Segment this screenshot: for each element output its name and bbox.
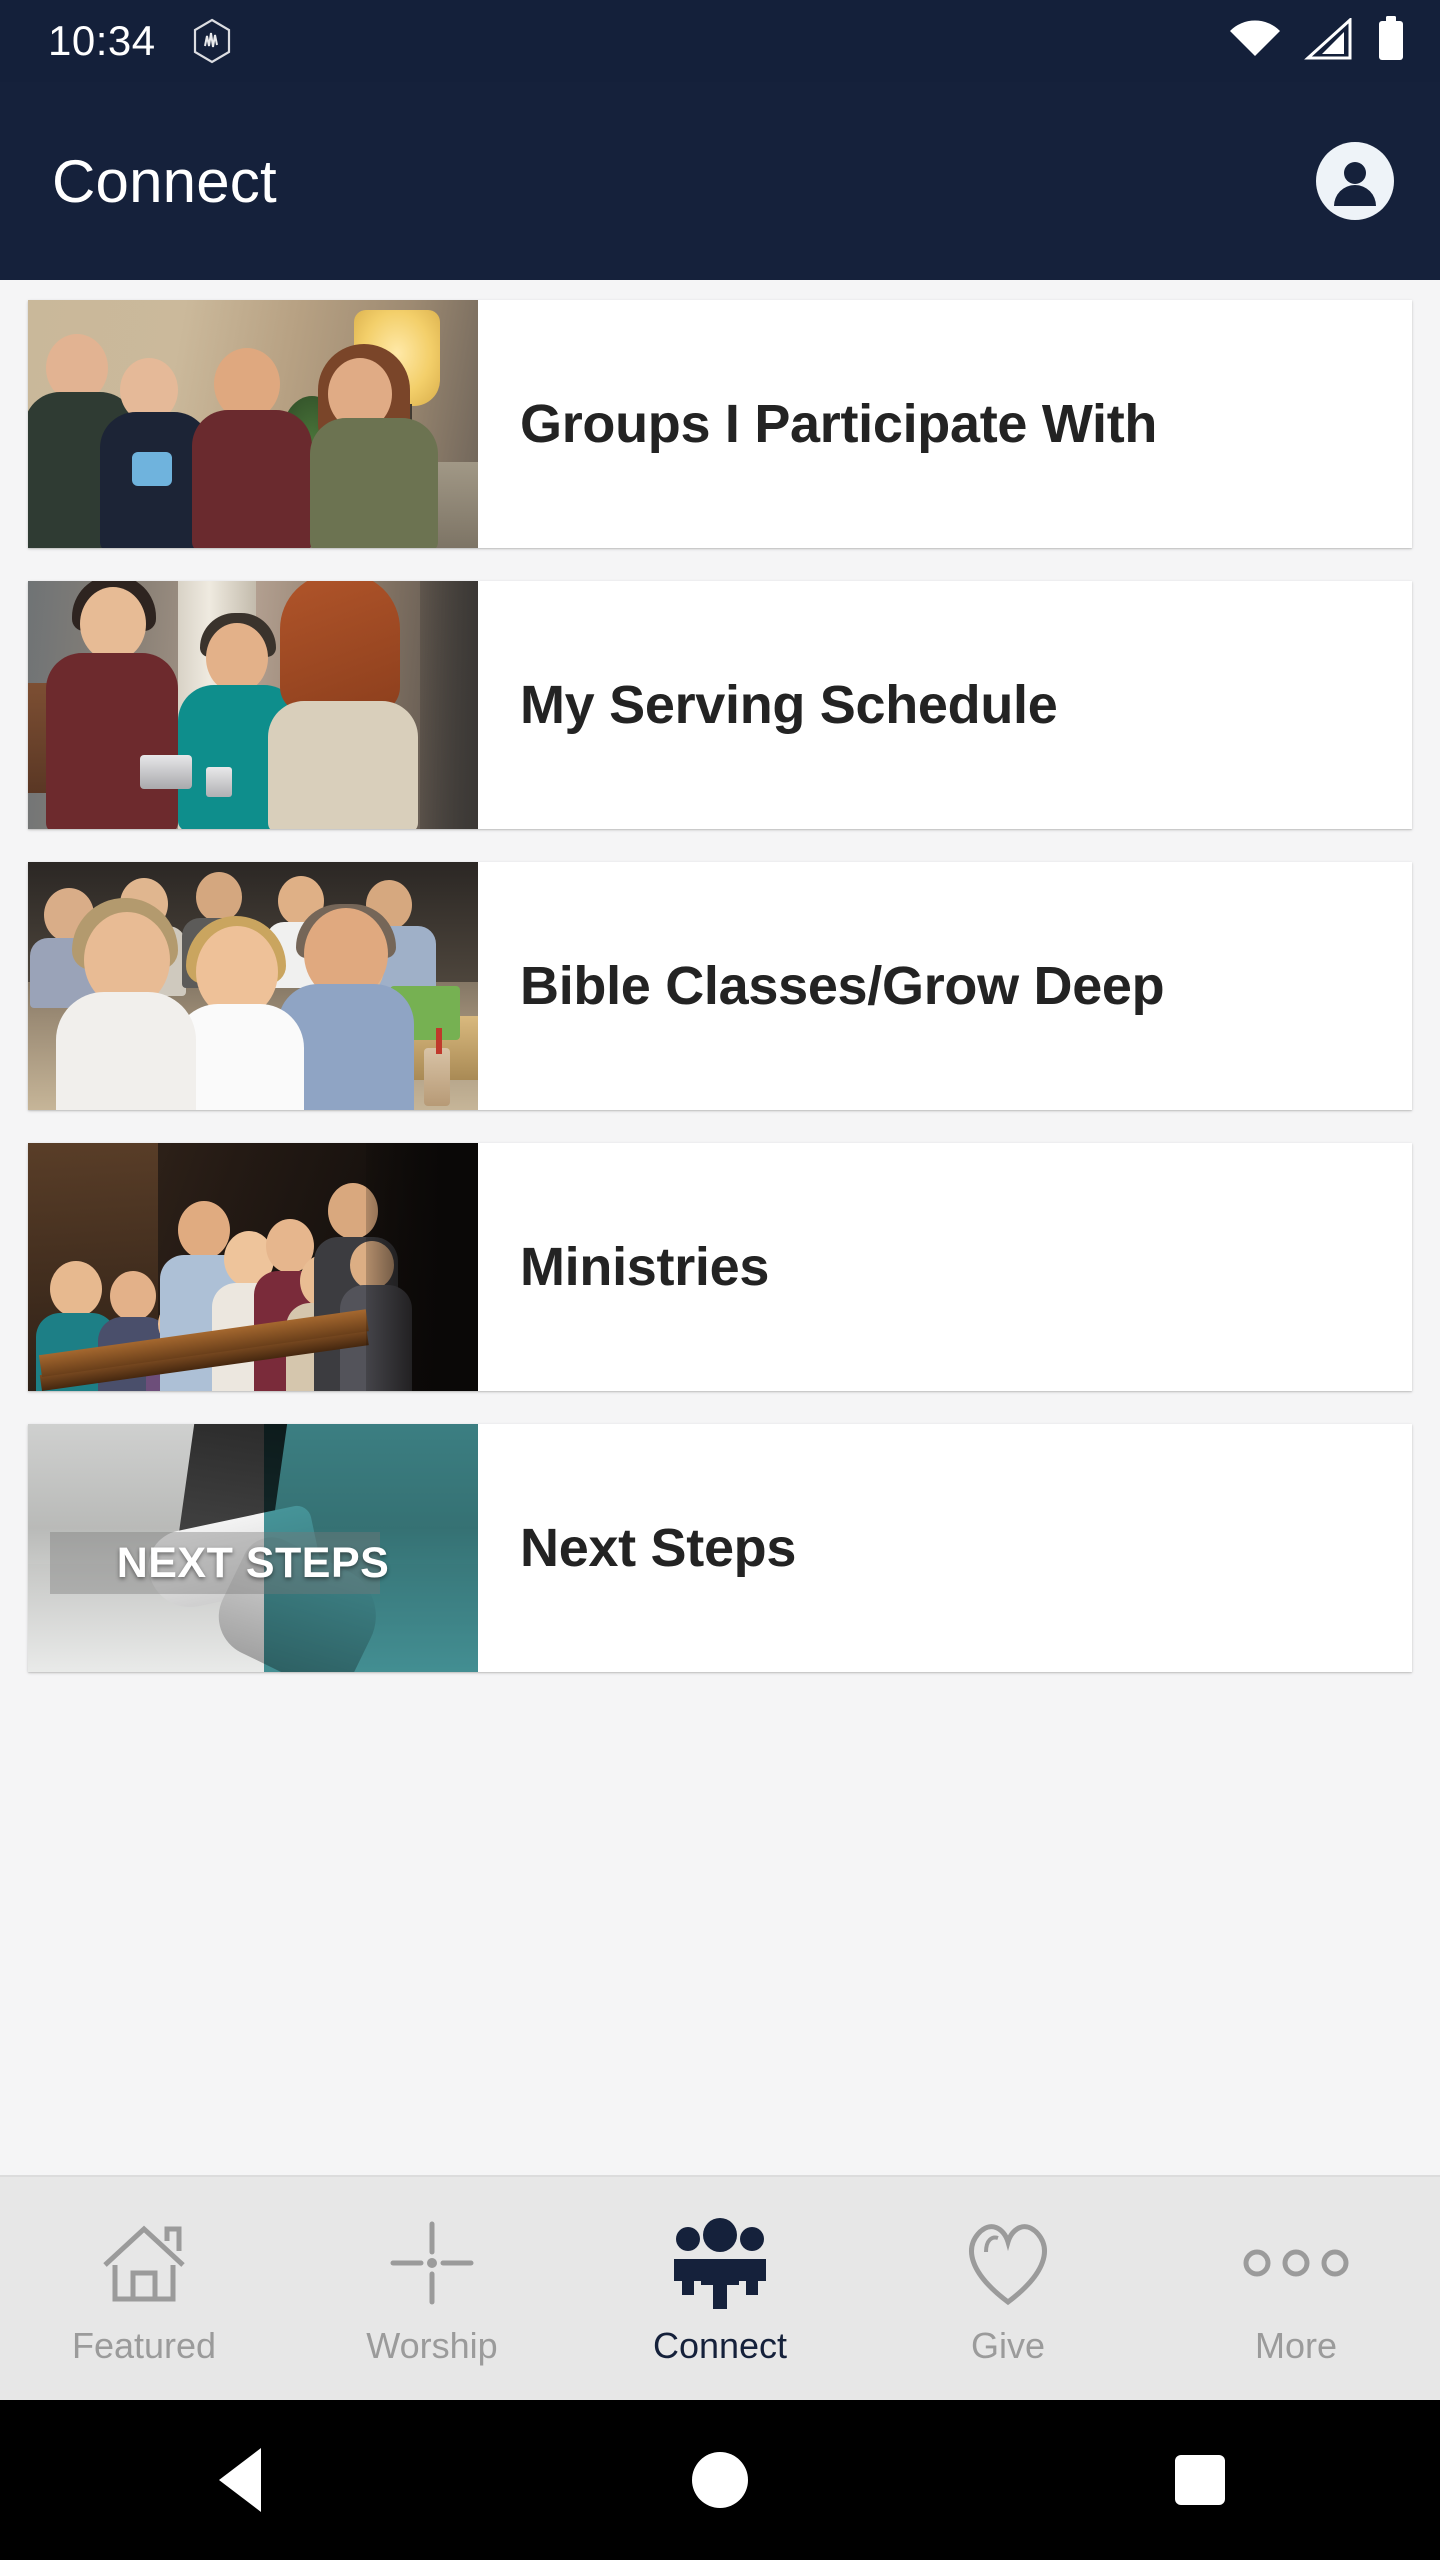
- tab-give[interactable]: Give: [864, 2177, 1152, 2400]
- bottom-tab-bar: Featured Worship Connect Give More: [0, 2175, 1440, 2400]
- tab-label: Give: [970, 2324, 1046, 2366]
- list-item[interactable]: My Serving Schedule: [28, 581, 1412, 829]
- tab-label: Connect: [652, 2324, 788, 2366]
- list-item-thumbnail: [28, 581, 478, 829]
- status-bar: 10:34: [0, 0, 1440, 82]
- phone-screen: 10:34 Connect Groups I Participate With …: [0, 0, 1440, 2560]
- list-item[interactable]: Bible Classes/Grow Deep: [28, 862, 1412, 1110]
- list-item-label-wrap: Ministries: [478, 1143, 1412, 1391]
- list-item-label: Bible Classes/Grow Deep: [520, 956, 1165, 1016]
- tab-featured[interactable]: Featured: [0, 2177, 288, 2400]
- tab-label: More: [1254, 2324, 1338, 2366]
- status-clock: 10:34: [48, 17, 156, 64]
- list-item[interactable]: NEXT STEPS Next Steps: [28, 1424, 1412, 1672]
- battery-full-icon: [1376, 15, 1406, 67]
- nav-recents-button[interactable]: [1140, 2420, 1260, 2540]
- list-item-label-wrap: My Serving Schedule: [478, 581, 1412, 829]
- list-item-label-wrap: Next Steps: [478, 1424, 1412, 1672]
- page-title: Connect: [52, 147, 277, 215]
- tab-connect[interactable]: Connect: [576, 2177, 864, 2400]
- tab-more[interactable]: More: [1152, 2177, 1440, 2400]
- list-item-label: My Serving Schedule: [520, 675, 1058, 735]
- list-item[interactable]: Ministries: [28, 1143, 1412, 1391]
- thumbnail-overlay-text: NEXT STEPS: [116, 1538, 390, 1587]
- list-item-label-wrap: Bible Classes/Grow Deep: [478, 862, 1412, 1110]
- list-item-thumbnail: [28, 300, 478, 548]
- home-icon: [99, 2211, 189, 2315]
- wifi-full-icon: [1228, 18, 1282, 65]
- list-item-thumbnail: NEXT STEPS: [28, 1424, 478, 1672]
- people-group-icon: [671, 2211, 769, 2315]
- status-system-icons: [1228, 15, 1406, 67]
- connect-menu-list: Groups I Participate With My Serving Sch…: [0, 300, 1440, 1705]
- hexagon-notification-icon: [192, 18, 232, 64]
- list-item-thumbnail: [28, 1143, 478, 1391]
- status-notification-icons: [192, 18, 232, 64]
- cellular-signal-icon: [1304, 16, 1354, 65]
- account-circle-icon[interactable]: [1316, 142, 1394, 220]
- list-item-label: Next Steps: [520, 1518, 797, 1578]
- list-item-label: Groups I Participate With: [520, 394, 1158, 454]
- list-item-label: Ministries: [520, 1237, 770, 1297]
- app-bar: Connect: [0, 82, 1440, 280]
- tab-label: Worship: [366, 2324, 498, 2366]
- list-item-thumbnail: [28, 862, 478, 1110]
- nav-home-button[interactable]: [660, 2420, 780, 2540]
- cross-icon: [387, 2211, 477, 2315]
- list-item[interactable]: Groups I Participate With: [28, 300, 1412, 548]
- tab-worship[interactable]: Worship: [288, 2177, 576, 2400]
- list-item-label-wrap: Groups I Participate With: [478, 300, 1412, 548]
- android-system-nav: [0, 2400, 1440, 2560]
- nav-back-button[interactable]: [180, 2420, 300, 2540]
- heart-icon: [960, 2211, 1056, 2315]
- three-dots-icon: [1241, 2211, 1351, 2315]
- tab-label: Featured: [71, 2324, 217, 2366]
